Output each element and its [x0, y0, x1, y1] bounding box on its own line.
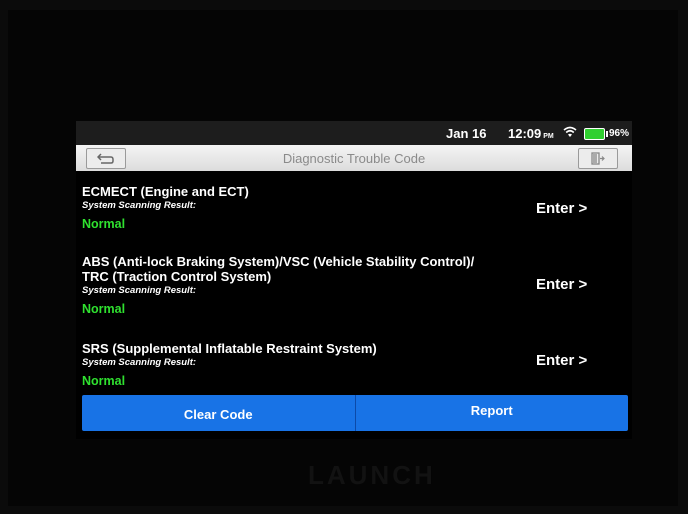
enter-button-abs[interactable]: Enter > — [536, 276, 587, 293]
system-status: Normal — [82, 374, 126, 388]
system-status: Normal — [82, 217, 126, 231]
status-time: 12:09 PM — [508, 126, 554, 141]
system-row-srs: SRS (Supplemental Inflatable Restraint S… — [82, 341, 377, 388]
system-row-ecmect: ECMECT (Engine and ECT) System Scanning … — [82, 184, 249, 231]
report-button[interactable]: Report — [356, 395, 629, 431]
clear-code-button[interactable]: Clear Code — [82, 395, 355, 431]
device-brand-logo: LAUNCH — [308, 460, 436, 490]
system-row-abs: ABS (Anti-lock Braking System)/VSC (Vehi… — [82, 254, 474, 316]
system-name: ABS (Anti-lock Braking System)/VSC (Vehi… — [82, 254, 475, 269]
status-time-value: 12:09 — [508, 126, 542, 141]
title-bar: Diagnostic Trouble Code — [76, 145, 632, 171]
system-name-line-2: TRC (Traction Control System) — [82, 269, 272, 284]
status-bar: Jan 16 12:09 PM 96% — [76, 121, 632, 145]
device-screen: Jan 16 12:09 PM 96% Diagnostic Trouble Co… — [76, 121, 632, 439]
system-name: SRS (Supplemental Inflatable Restraint S… — [82, 341, 377, 356]
page-title: Diagnostic Trouble Code — [282, 151, 426, 166]
exit-icon — [591, 152, 605, 165]
enter-button-ecmect[interactable]: Enter > — [536, 200, 587, 217]
battery-icon — [584, 128, 608, 140]
bottom-button-bar: Clear Code Report — [82, 395, 628, 431]
system-result-label: System Scanning Result: — [82, 200, 197, 211]
status-ampm: PM — [543, 133, 554, 140]
system-result-label: System Scanning Result: — [82, 285, 197, 296]
wifi-icon — [563, 126, 577, 138]
status-date: Jan 16 — [446, 126, 487, 141]
system-name: ECMECT (Engine and ECT) — [82, 184, 249, 199]
system-status: Normal — [82, 302, 126, 316]
exit-button[interactable] — [578, 148, 618, 169]
enter-button-srs[interactable]: Enter > — [536, 352, 587, 369]
system-result-label: System Scanning Result: — [82, 357, 197, 368]
battery-percent: 96% — [609, 128, 630, 139]
